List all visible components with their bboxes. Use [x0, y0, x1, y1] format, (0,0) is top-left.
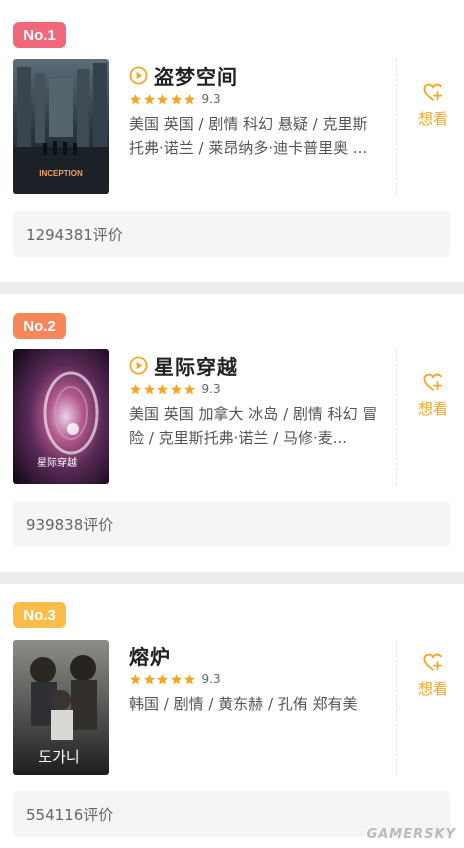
play-circle-icon[interactable] [129, 66, 148, 85]
poster-title-text: 星际穿越 [37, 456, 77, 469]
movie-title[interactable]: 星际穿越 [154, 351, 238, 380]
heart-plus-icon [423, 653, 443, 671]
star-rating [129, 93, 197, 106]
star-icon [157, 93, 168, 104]
star-icon [184, 93, 195, 104]
star-icon [130, 93, 141, 104]
star-icon [143, 93, 155, 104]
movie-description: 美国 英国 加拿大 冰岛 / 剧情 科幻 冒险 / 克里斯托弗·诺兰 / 马修·… [129, 405, 378, 447]
star-icon [184, 383, 195, 394]
watermark-logo: GAMERSKY [366, 827, 456, 842]
star-icon [170, 673, 182, 684]
play-circle-icon[interactable] [129, 356, 148, 375]
star-icon [143, 673, 155, 684]
movie-info: 盗梦空间 9.3 美国 英国 / 剧情 科幻 悬疑 / 克里斯托弗·诺兰 / 莱… [129, 62, 379, 160]
movie-ranking-list: No.1 INCEPTION 盗梦空间 9.3 美国 英国 / 剧情 科幻 悬疑… [0, 0, 464, 848]
want-label: 想看 [417, 680, 448, 698]
star-icon [130, 673, 141, 684]
movie-info: 熔炉 9.3 韩国 / 剧情 / 黄东赫 / 孔侑 郑有美 [129, 642, 379, 716]
want-to-watch-button[interactable]: 想看 [410, 652, 456, 699]
poster-image: INCEPTION [13, 59, 109, 194]
movie-description: 韩国 / 剧情 / 黄东赫 / 孔侑 郑有美 [129, 695, 358, 713]
movie-poster[interactable]: 星际穿越 [13, 349, 109, 484]
rating-row: 9.3 [129, 379, 379, 399]
heart-plus-icon [423, 83, 443, 101]
star-icon [157, 673, 168, 684]
rating-score: 9.3 [201, 92, 221, 106]
star-icon [170, 93, 182, 104]
rank-badge: No.3 [13, 602, 66, 628]
divider-line [396, 640, 397, 776]
rating-row: 9.3 [129, 89, 379, 109]
movie-card[interactable]: No.3 도가니 熔炉 9.3 韩国 / 剧情 / 黄东赫 / 孔侑 郑有美 想… [0, 584, 464, 848]
star-rating [129, 673, 197, 686]
movie-title[interactable]: 熔炉 [129, 641, 171, 670]
section-divider [0, 282, 464, 294]
poster-image: 星际穿越 [13, 349, 109, 484]
star-icon [130, 383, 141, 394]
rating-row: 9.3 [129, 669, 379, 689]
section-divider [0, 572, 464, 584]
review-count[interactable]: 1294381评价 [13, 211, 450, 257]
movie-card[interactable]: No.1 INCEPTION 盗梦空间 9.3 美国 英国 / 剧情 科幻 悬疑… [0, 0, 464, 282]
rank-badge: No.1 [13, 22, 66, 48]
title-row: 熔炉 [129, 641, 379, 670]
review-count[interactable]: 939838评价 [13, 501, 450, 547]
divider-line [396, 349, 397, 485]
movie-title[interactable]: 盗梦空间 [154, 61, 238, 90]
movie-poster[interactable]: INCEPTION [13, 59, 109, 194]
movie-description: 美国 英国 / 剧情 科幻 悬疑 / 克里斯托弗·诺兰 / 莱昂纳多·迪卡普里奥… [129, 115, 368, 157]
want-to-watch-button[interactable]: 想看 [410, 372, 456, 419]
star-icon [170, 383, 182, 394]
star-rating [129, 383, 197, 396]
movie-info: 星际穿越 9.3 美国 英国 加拿大 冰岛 / 剧情 科幻 冒险 / 克里斯托弗… [129, 352, 379, 450]
rating-score: 9.3 [201, 672, 221, 686]
star-icon [157, 383, 168, 394]
divider-line [396, 59, 397, 195]
title-row: 星际穿越 [129, 351, 379, 380]
want-label: 想看 [417, 400, 448, 418]
poster-title-text: INCEPTION [39, 169, 83, 178]
poster-image: 도가니 [13, 640, 109, 775]
rank-badge: No.2 [13, 313, 66, 339]
poster-title-text: 도가니 [38, 748, 79, 766]
want-to-watch-button[interactable]: 想看 [410, 82, 456, 129]
movie-card[interactable]: No.2 星际穿越 星际穿越 9.3 美国 英国 加拿大 冰岛 / 剧情 科幻 … [0, 294, 464, 572]
movie-poster[interactable]: 도가니 [13, 640, 109, 775]
rating-score: 9.3 [201, 382, 221, 396]
star-icon [184, 673, 195, 684]
heart-plus-icon [423, 373, 443, 391]
want-label: 想看 [417, 110, 448, 128]
star-icon [143, 383, 155, 394]
title-row: 盗梦空间 [129, 61, 379, 90]
